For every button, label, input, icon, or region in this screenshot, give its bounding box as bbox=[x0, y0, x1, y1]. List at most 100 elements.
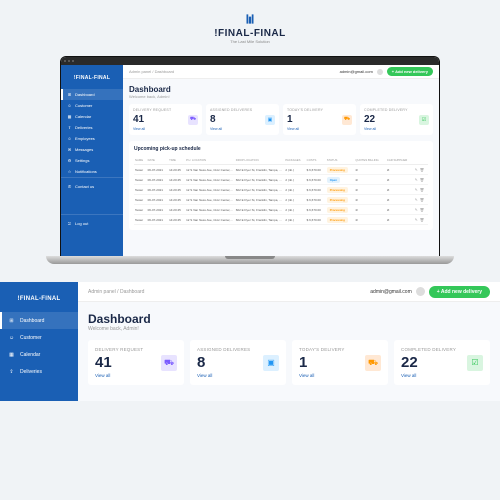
sidebar-item-messages[interactable]: ✉Messages bbox=[61, 144, 123, 155]
stat-card-today-s-delivery: TODAY'S DELIVERY1View all⛟ bbox=[292, 340, 388, 385]
employees-icon: ☺ bbox=[67, 136, 72, 141]
page-subtitle: Welcome back, Admin! bbox=[129, 94, 433, 99]
stat-view-all-link[interactable]: View all bbox=[401, 373, 483, 378]
table-row[interactable]: Tester06-07-202114:20:4512 S Van Ness Av… bbox=[134, 215, 428, 225]
page-title: Dashboard bbox=[88, 312, 490, 326]
sidebar-item-label: Customer bbox=[20, 335, 42, 341]
avatar[interactable] bbox=[377, 69, 383, 75]
stat-view-all-link[interactable]: View all bbox=[133, 127, 198, 131]
table-row[interactable]: Tester06-07-202114:20:4512 S Van Ness Av… bbox=[134, 205, 428, 215]
log out-icon: ⎋ bbox=[67, 221, 72, 226]
calendar-icon: ▦ bbox=[8, 351, 15, 358]
table-header: PACKAGES bbox=[284, 156, 305, 165]
sidebar: !FINAL-FINAL ⊞Dashboard☺Customer▦Calenda… bbox=[0, 282, 78, 401]
stat-view-all-link[interactable]: View all bbox=[95, 373, 177, 378]
stat-view-all-link[interactable]: View all bbox=[197, 373, 279, 378]
stat-icon: ⛟ bbox=[365, 355, 381, 371]
sidebar-item-deliveries[interactable]: ⇪Deliveries bbox=[0, 363, 78, 380]
add-delivery-button[interactable]: + Add new delivery bbox=[387, 67, 433, 76]
avatar[interactable] bbox=[416, 287, 425, 296]
table-row[interactable]: Tester06-07-202114:20:4512 S Van Ness Av… bbox=[134, 165, 428, 175]
edit-icon[interactable]: ✎ bbox=[415, 168, 418, 172]
calendar-icon: ▦ bbox=[67, 114, 72, 119]
table-row[interactable]: Tester06-07-202114:20:4512 S Van Ness Av… bbox=[134, 185, 428, 195]
delete-icon[interactable]: 🗑 bbox=[420, 188, 424, 192]
stat-icon: ⛟ bbox=[342, 115, 352, 125]
sidebar-item-label: Log out bbox=[75, 221, 88, 226]
table-header: TIME bbox=[168, 156, 185, 165]
stat-label: DELIVERY REQUEST bbox=[133, 108, 198, 112]
sidebar-item-employees[interactable]: ☺Employees bbox=[61, 133, 123, 144]
table-header: STATUS bbox=[326, 156, 355, 165]
delete-icon[interactable]: 🗑 bbox=[420, 178, 424, 182]
sidebar-item-settings[interactable]: ⚙Settings bbox=[61, 155, 123, 166]
topbar: Admin panel / Dashboard admin@gmail.com … bbox=[123, 65, 439, 79]
status-badge: Processing bbox=[327, 217, 348, 223]
edit-icon[interactable]: ✎ bbox=[415, 198, 418, 202]
status-badge: Processing bbox=[327, 207, 348, 213]
delete-icon[interactable]: 🗑 bbox=[420, 218, 424, 222]
table-header: NAME bbox=[134, 156, 147, 165]
delete-icon[interactable]: 🗑 bbox=[420, 168, 424, 172]
breadcrumb[interactable]: Admin panel / Dashboard bbox=[88, 289, 144, 295]
sidebar-item-deliveries[interactable]: ⇪Deliveries bbox=[61, 122, 123, 133]
table-header bbox=[414, 156, 428, 165]
detail-mockup: !FINAL-FINAL ⊞Dashboard☺Customer▦Calenda… bbox=[0, 282, 500, 401]
pickup-schedule-panel: Upcoming pick-up schedule NAMEDATETIMEP.… bbox=[129, 141, 433, 230]
sidebar-item-label: Deliveries bbox=[75, 125, 93, 130]
sidebar-item-customer[interactable]: ☺Customer bbox=[0, 329, 78, 346]
sidebar-item-label: Contact us bbox=[75, 184, 94, 189]
stat-icon: ▣ bbox=[265, 115, 275, 125]
sidebar-logo: !FINAL-FINAL bbox=[61, 71, 123, 85]
contact us-icon: ✆ bbox=[67, 184, 72, 189]
delete-icon[interactable]: 🗑 bbox=[420, 198, 424, 202]
table-header: P.U. LOCATION bbox=[185, 156, 235, 165]
stat-view-all-link[interactable]: View all bbox=[210, 127, 275, 131]
status-badge: Processing bbox=[327, 187, 348, 193]
page-title: Dashboard bbox=[129, 85, 433, 94]
edit-icon[interactable]: ✎ bbox=[415, 218, 418, 222]
sidebar-item-label: Dashboard bbox=[20, 318, 44, 324]
deliveries-icon: ⇪ bbox=[67, 125, 72, 130]
table-header: CAR SUPPLIER bbox=[386, 156, 414, 165]
status-badge: Processing bbox=[327, 197, 348, 203]
stat-card-assigned-deliveres: ASSIGNED DELIVERES8View all▣ bbox=[206, 104, 279, 135]
edit-icon[interactable]: ✎ bbox=[415, 208, 418, 212]
status-badge: Processing bbox=[327, 167, 348, 173]
stat-view-all-link[interactable]: View all bbox=[364, 127, 429, 131]
edit-icon[interactable]: ✎ bbox=[415, 188, 418, 192]
hero-brand: !FINAL-FINAL The Last Mile Solution bbox=[0, 0, 500, 50]
panel-title: Upcoming pick-up schedule bbox=[134, 146, 428, 152]
table-row[interactable]: Tester06-07-202114:20:4512 S Van Ness Av… bbox=[134, 175, 428, 185]
stat-label: ASSIGNED DELIVERES bbox=[210, 108, 275, 112]
sidebar-item-label: Dashboard bbox=[75, 92, 95, 97]
stat-label: DELIVERY REQUEST bbox=[95, 347, 177, 352]
table-header: QUOTES BILLING bbox=[354, 156, 385, 165]
sidebar-item-contact-us[interactable]: ✆Contact us bbox=[61, 181, 123, 192]
browser-chrome bbox=[61, 57, 439, 65]
stat-view-all-link[interactable]: View all bbox=[299, 373, 381, 378]
table-header: DATE bbox=[147, 156, 169, 165]
sidebar: !FINAL-FINAL ⊞Dashboard☺Customer▦Calenda… bbox=[61, 65, 123, 256]
stat-card-assigned-deliveres: ASSIGNED DELIVERES8View all▣ bbox=[190, 340, 286, 385]
sidebar-item-calendar[interactable]: ▦Calendar bbox=[61, 111, 123, 122]
sidebar-item-customer[interactable]: ☺Customer bbox=[61, 100, 123, 111]
stat-card-delivery-request: DELIVERY REQUEST41View all⛟ bbox=[88, 340, 184, 385]
sidebar-item-label: Calendar bbox=[20, 352, 40, 358]
stat-card-completed-delivery: COMPLETED DELIVERY22View all☑ bbox=[360, 104, 433, 135]
stat-icon: ⛟ bbox=[188, 115, 198, 125]
edit-icon[interactable]: ✎ bbox=[415, 178, 418, 182]
sidebar-item-calendar[interactable]: ▦ Calendar bbox=[0, 346, 78, 363]
page-subtitle: Welcome back, Admin! bbox=[88, 326, 490, 332]
table-row[interactable]: Tester06-07-202114:20:4512 S Van Ness Av… bbox=[134, 195, 428, 205]
sidebar-item-dashboard[interactable]: ⊞Dashboard bbox=[0, 312, 78, 329]
add-delivery-button[interactable]: + Add new delivery bbox=[429, 286, 490, 298]
breadcrumb[interactable]: Admin panel / Dashboard bbox=[129, 69, 174, 74]
stat-icon: ⛟ bbox=[161, 355, 177, 371]
sidebar-item-log-out[interactable]: ⎋Log out bbox=[61, 218, 123, 229]
sidebar-item-notifications[interactable]: ☆Notifications bbox=[61, 166, 123, 177]
user-email: admin@gmail.com bbox=[340, 69, 373, 74]
stat-view-all-link[interactable]: View all bbox=[287, 127, 352, 131]
sidebar-item-dashboard[interactable]: ⊞Dashboard bbox=[61, 89, 123, 100]
delete-icon[interactable]: 🗑 bbox=[420, 208, 424, 212]
